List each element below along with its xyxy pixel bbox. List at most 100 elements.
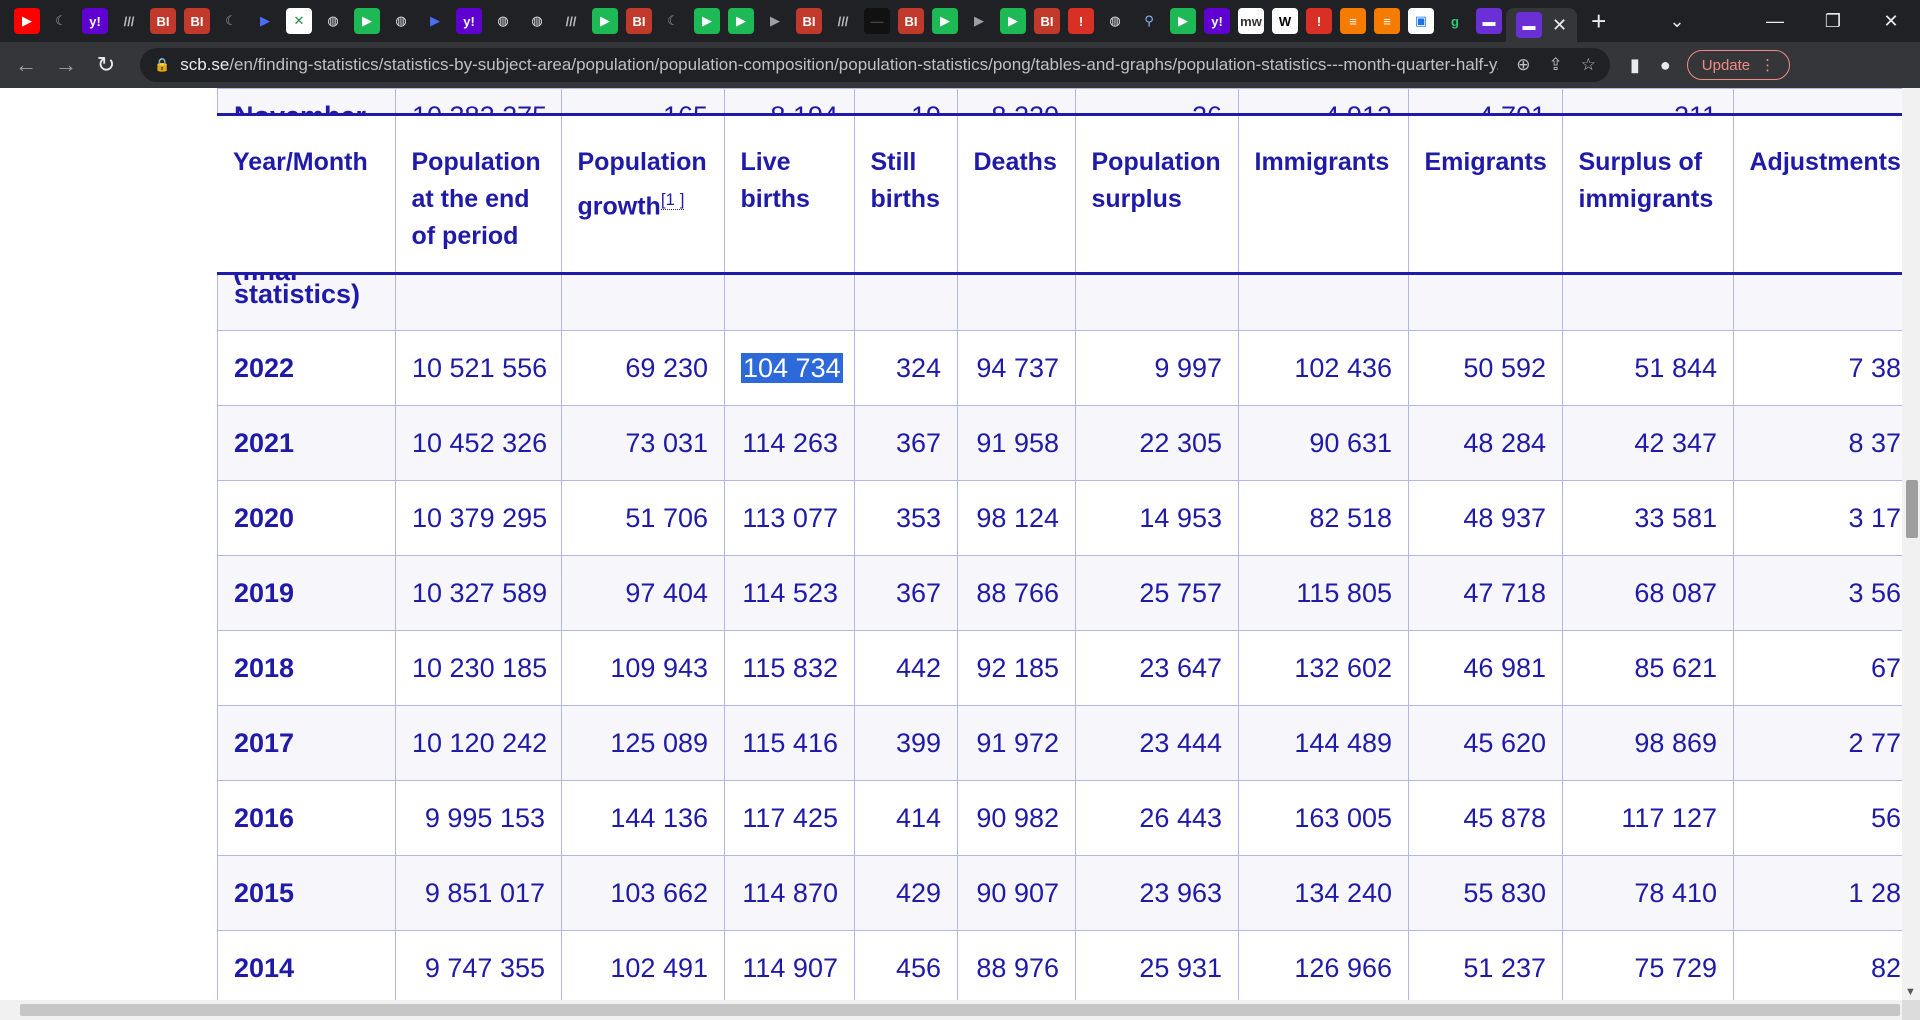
BI-favicon-icon[interactable]: BI [898,8,924,34]
close-tab-icon[interactable]: ✕ [1552,15,1567,36]
table-row-2022: 2022 10 521 556 69 230 104 734 324 94 737 9 99… [217,330,1902,406]
search-favicon-icon[interactable]: ⚲ [1136,8,1162,34]
globe-favicon-icon[interactable]: ◍ [388,8,414,34]
year-cell: 2017 [217,705,396,781]
green-play-favicon-icon[interactable]: ▶ [1170,8,1196,34]
data-cell: 88 766 [957,555,1076,631]
year-cell: 2018 [217,630,396,706]
profile-avatar-icon[interactable]: ● [1660,55,1671,76]
data-cell: 144 489 [1238,705,1409,781]
header-immigrants: Immigrants [1237,116,1409,272]
data-cell: 75 729 [1562,930,1734,1000]
reload-button[interactable]: ↻ [86,52,126,78]
data-cell: 90 907 [957,855,1076,931]
data-cell: 114 870 [724,855,855,931]
green-play-favicon-icon[interactable]: ▶ [728,8,754,34]
box-favicon-icon[interactable]: ▣ [1408,8,1434,34]
back-button[interactable]: ← [6,52,46,78]
vertical-scroll-thumb[interactable] [1906,480,1918,538]
data-cell: 367 [854,555,958,631]
restore-button[interactable]: ❐ [1804,11,1862,32]
new-tab-button[interactable]: + [1591,8,1606,34]
close-window-button[interactable]: ✕ [1862,11,1920,32]
data-cell: 9 997 [1075,330,1239,406]
ww-favicon-icon[interactable]: /// [116,8,142,34]
wave-favicon-icon[interactable]: ☾ [660,8,686,34]
gray-arrow-favicon-icon[interactable]: ▶ [966,8,992,34]
BI-favicon-icon[interactable]: BI [626,8,652,34]
year-cell: 2015 [217,855,396,931]
year-cell: 2014 [217,930,396,1000]
blue-arrow-favicon-icon[interactable]: ▶ [422,8,448,34]
data-cell: 47 718 [1408,555,1563,631]
year-cell: 2016 [217,780,396,856]
table-row-2019: 2019 10 327 589 97 404 114 523 367 88 766 25 7… [217,555,1902,631]
data-cell: 48 284 [1408,405,1563,481]
yahoo-favicon-icon[interactable]: y! [82,8,108,34]
blue-arrow-favicon-icon[interactable]: ▶ [252,8,278,34]
data-cell: 414 [854,780,958,856]
data-cell: 46 981 [1408,630,1563,706]
data-cell: 69 230 [561,330,725,406]
forward-button[interactable]: → [46,52,86,78]
minimize-button[interactable]: — [1746,11,1804,32]
BI-favicon-icon[interactable]: BI [184,8,210,34]
dark-favicon-icon[interactable]: — [864,8,890,34]
orange-bars-favicon-icon[interactable]: ≡ [1340,8,1366,34]
ww-favicon-icon[interactable]: /// [558,8,584,34]
tab-search-icon[interactable]: ⌄ [1648,11,1706,32]
BI-favicon-icon[interactable]: BI [150,8,176,34]
horizontal-scrollbar[interactable] [0,1000,1902,1020]
address-bar[interactable]: 🔒 scb.se/en/finding-statistics/statistic… [140,48,1610,82]
wave-favicon-icon[interactable]: ☾ [48,8,74,34]
yahoo-favicon-icon[interactable]: y! [456,8,482,34]
footnote-link[interactable]: [1 ] [660,190,685,210]
data-cell: 26 443 [1075,780,1239,856]
globe-favicon-icon[interactable]: ◍ [1102,8,1128,34]
scroll-down-arrow-icon[interactable]: ▼ [1905,986,1916,998]
data-cell: 115 805 [1238,555,1409,631]
update-button[interactable]: Update ⋮ [1686,50,1791,80]
globe-favicon-icon[interactable]: ◍ [524,8,550,34]
zoom-icon[interactable]: ⊕ [1516,55,1530,75]
green-play-favicon-icon[interactable]: ▶ [1000,8,1026,34]
yahoo-favicon-icon[interactable]: y! [1204,8,1230,34]
table-row-2015: 2015 9 851 017 103 662 114 870 429 90 907 23 9… [217,855,1902,931]
youtube-favicon-icon[interactable]: ▶ [14,8,40,34]
BI-favicon-icon[interactable]: BI [1034,8,1060,34]
window-controls: ⌄ — ❐ ✕ [1648,0,1920,42]
url-text[interactable]: scb.se/en/finding-statistics/statistics-… [180,55,1498,75]
gray-arrow-favicon-icon[interactable]: ▶ [762,8,788,34]
data-cell: 134 240 [1238,855,1409,931]
red-drop-favicon-icon[interactable]: ! [1306,8,1332,34]
side-panel-icon[interactable]: ▮ [1630,55,1640,76]
bookmark-star-icon[interactable]: ☆ [1581,55,1596,75]
wave-favicon-icon[interactable]: ☾ [218,8,244,34]
w-favicon-icon[interactable]: W [1272,8,1298,34]
green-play-favicon-icon[interactable]: ▶ [932,8,958,34]
header-year-month: Year/Month [217,116,396,272]
ww-favicon-icon[interactable]: /// [830,8,856,34]
green-play-favicon-icon[interactable]: ▶ [592,8,618,34]
horizontal-scroll-thumb[interactable] [20,1004,1900,1016]
green-play-favicon-icon[interactable]: ▶ [354,8,380,34]
selected-text-highlight[interactable]: 104 734 [741,352,843,383]
vertical-scrollbar[interactable]: ▼ [1902,88,1920,1000]
share-icon[interactable]: ⇪ [1549,55,1563,75]
data-cell: 324 [854,330,958,406]
sheets-favicon-icon[interactable]: ✕ [286,8,312,34]
green-play-favicon-icon[interactable]: ▶ [694,8,720,34]
data-cell: 91 972 [957,705,1076,781]
red-drop-favicon-icon[interactable]: ! [1068,8,1094,34]
BI-favicon-icon[interactable]: BI [796,8,822,34]
active-tab[interactable]: ▬ ✕ [1506,8,1578,42]
purple-favicon-icon[interactable]: ▬ [1476,8,1502,34]
globe-favicon-icon[interactable]: ◍ [490,8,516,34]
g-favicon-icon[interactable]: g [1442,8,1468,34]
data-cell: 90 982 [957,780,1076,856]
mw-favicon-icon[interactable]: mw [1238,8,1264,34]
globe-favicon-icon[interactable]: ◍ [320,8,346,34]
data-cell: 109 943 [561,630,725,706]
orange-bars-favicon-icon[interactable]: ≡ [1374,8,1400,34]
lock-icon[interactable]: 🔒 [154,57,170,73]
